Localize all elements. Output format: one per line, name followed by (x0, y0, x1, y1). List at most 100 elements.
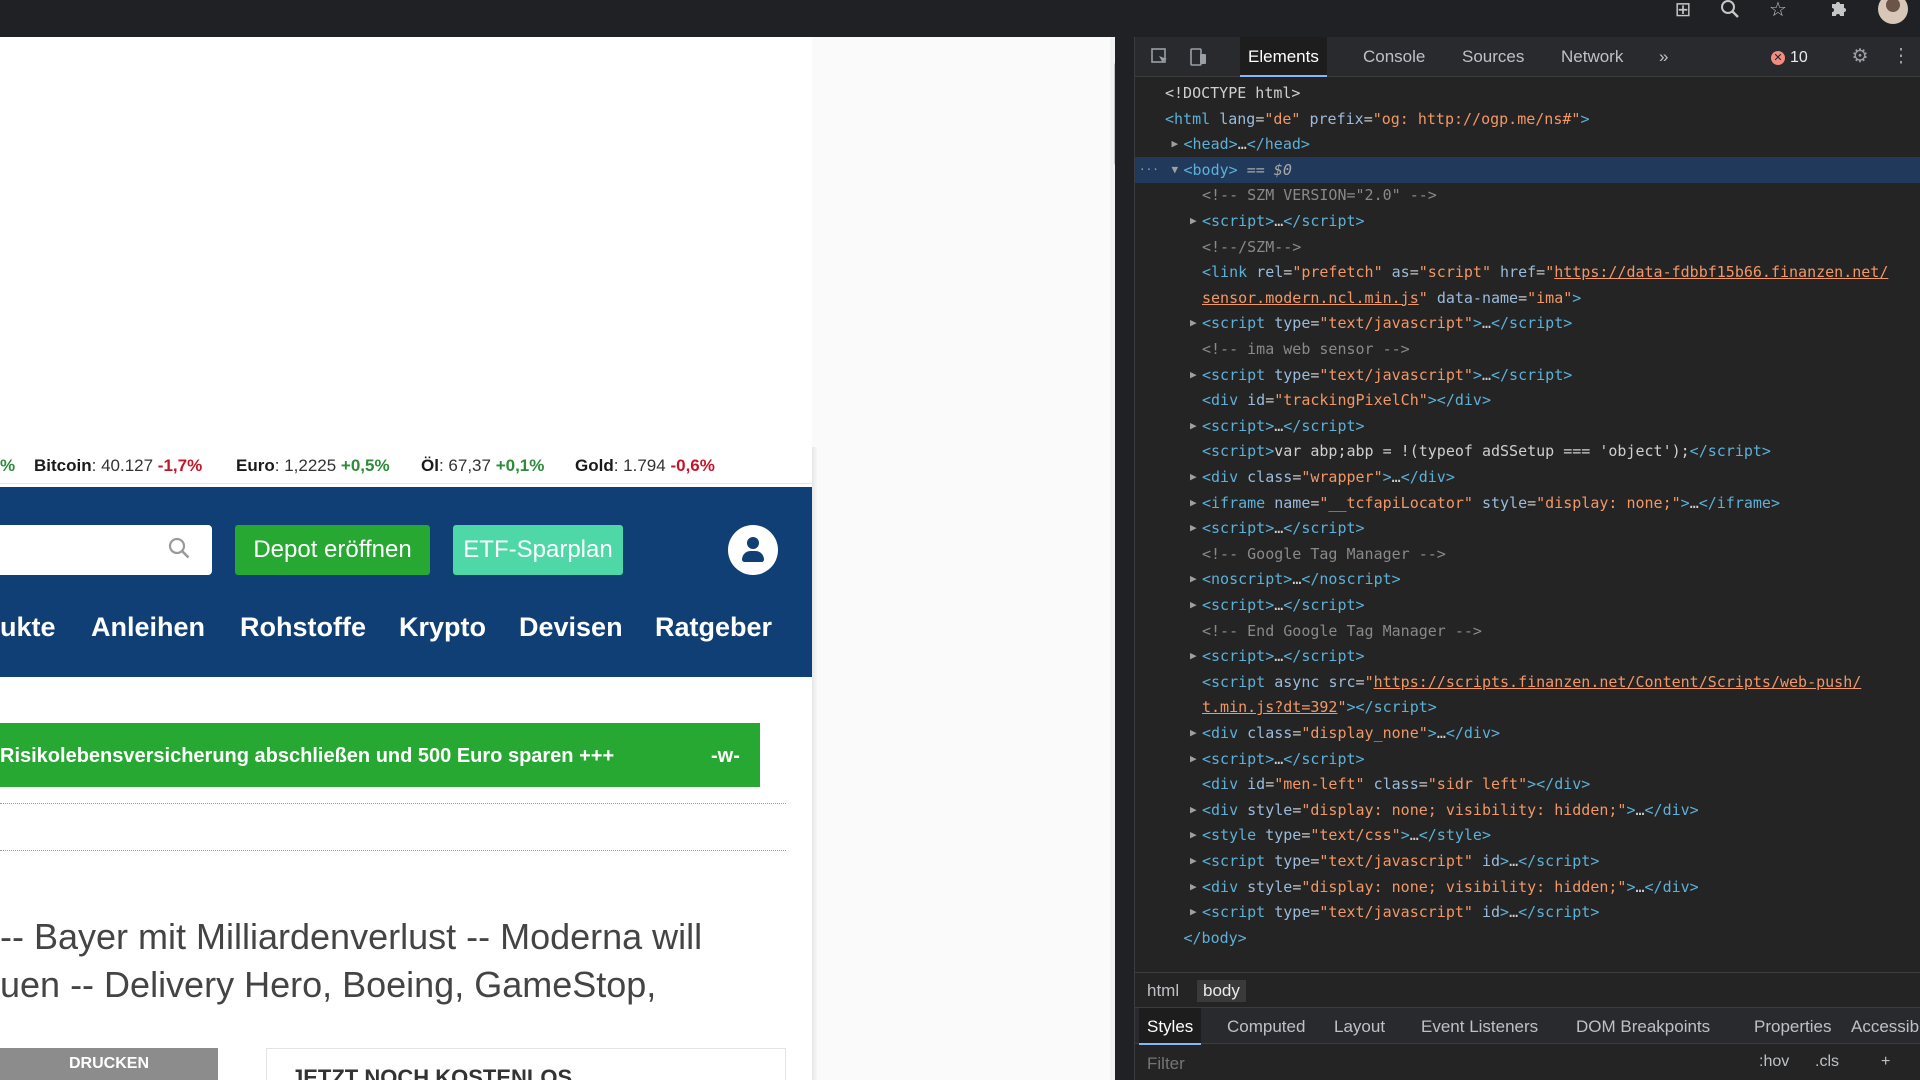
depot-button[interactable]: Depot eröffnen (235, 525, 430, 575)
expand-triangle-icon[interactable]: ▶ (1190, 515, 1200, 541)
dom-node[interactable]: <script async src="https://scripts.finan… (1135, 669, 1920, 695)
expand-triangle-icon[interactable]: ▶ (1190, 310, 1200, 336)
styles-filter-input[interactable] (1147, 1053, 1547, 1075)
tab-accessibility[interactable]: Accessibility (1843, 1008, 1920, 1045)
expand-triangle-icon[interactable]: ▶ (1190, 566, 1200, 592)
dom-node[interactable]: ▶ <script>…</script> (1135, 643, 1920, 669)
error-counter[interactable]: ✕ 10 (1771, 49, 1808, 67)
ticker-item[interactable]: % (0, 456, 15, 476)
print-button[interactable]: DRUCKEN (0, 1048, 218, 1080)
expand-triangle-icon[interactable]: ▶ (1190, 643, 1200, 669)
dom-node[interactable]: <script>var abp;abp = !(typeof adSSetup … (1135, 438, 1920, 464)
dom-node[interactable]: ▶ <script type="text/javascript" id>…</sc… (1135, 899, 1920, 925)
dom-node[interactable]: <!-- SZM VERSION="2.0" --> (1135, 182, 1920, 208)
menu-item-ratgeber[interactable]: Ratgeber (655, 612, 772, 643)
dom-node[interactable]: ▶ <script>…</script> (1135, 746, 1920, 772)
menu-item-produkte[interactable]: ukte (0, 612, 56, 643)
expand-triangle-icon[interactable]: ▶ (1190, 720, 1200, 746)
expand-triangle-icon[interactable]: ▶ (1190, 746, 1200, 772)
breadcrumb-html[interactable]: html (1141, 980, 1185, 1002)
dom-node[interactable]: <!--/SZM--> (1135, 234, 1920, 260)
expand-triangle-icon[interactable]: ▶ (1190, 490, 1200, 516)
dom-node[interactable]: ▶ <div style="display: none; visibility: … (1135, 797, 1920, 823)
expand-triangle-icon[interactable]: ▶ (1190, 848, 1200, 874)
expand-triangle-icon[interactable]: ▶ (1190, 362, 1200, 388)
tab-properties[interactable]: Properties (1746, 1008, 1839, 1045)
star-icon[interactable]: ☆ (1763, 0, 1793, 20)
menu-item-devisen[interactable]: Devisen (519, 612, 623, 643)
dom-node[interactable]: <!-- Google Tag Manager --> (1135, 541, 1920, 567)
extensions-icon[interactable] (1823, 0, 1853, 20)
dom-node[interactable]: <!-- ima web sensor --> (1135, 336, 1920, 362)
profile-avatar[interactable] (1878, 0, 1908, 24)
promo-banner[interactable]: Risikolebensversicherung abschließen und… (0, 723, 760, 787)
node-actions-icon[interactable]: ··· (1139, 157, 1159, 183)
dom-node[interactable]: <html lang="de" prefix="og: http://ogp.m… (1135, 106, 1920, 132)
more-tabs-icon[interactable]: » (1651, 37, 1676, 77)
tab-network[interactable]: Network (1553, 37, 1631, 77)
hov-toggle[interactable]: :hov (1759, 1053, 1789, 1071)
dom-node[interactable]: ▶ <div class="display_none">…</div> (1135, 720, 1920, 746)
tab-layout[interactable]: Layout (1326, 1008, 1393, 1045)
tab-elements[interactable]: Elements (1240, 37, 1327, 77)
dom-node[interactable]: ▶ <iframe name="__tcfapiLocator" style="d… (1135, 490, 1920, 516)
dom-node[interactable]: ▶ <noscript>…</noscript> (1135, 566, 1920, 592)
add-rule-icon[interactable]: + (1881, 1053, 1890, 1071)
subscribe-box[interactable]: JETZT NOCH KOSTENLOS (266, 1048, 786, 1080)
expand-triangle-icon[interactable]: ▶ (1190, 592, 1200, 618)
search-icon[interactable] (168, 537, 190, 559)
more-options-icon[interactable]: ⋮ (1890, 47, 1912, 67)
zoom-icon[interactable] (1715, 0, 1745, 20)
cls-toggle[interactable]: .cls (1815, 1053, 1839, 1071)
dom-node[interactable]: ▶ <style type="text/css">…</style> (1135, 822, 1920, 848)
site-search-input[interactable] (0, 525, 212, 575)
dom-node-selected[interactable]: ▼ ··· <body> == $0 (1135, 156, 1920, 183)
dom-tree[interactable]: <!DOCTYPE html> <html lang="de" prefix="o… (1135, 78, 1920, 984)
apps-grid-icon[interactable]: ⊞ (1668, 0, 1698, 20)
tab-styles[interactable]: Styles (1139, 1008, 1202, 1045)
dom-node[interactable]: ▶ <div style="display: none; visibility: … (1135, 874, 1920, 900)
expand-triangle-icon[interactable]: ▶ (1190, 899, 1200, 925)
device-toolbar-icon[interactable] (1187, 47, 1209, 67)
dom-node[interactable]: ▶ <script type="text/javascript" id>…</sc… (1135, 848, 1920, 874)
menu-item-anleihen[interactable]: Anleihen (91, 612, 205, 643)
tab-sources[interactable]: Sources (1454, 37, 1532, 77)
user-account-icon[interactable] (728, 525, 778, 575)
dom-node[interactable]: ▶ <script>…</script> (1135, 208, 1920, 234)
expand-triangle-icon[interactable]: ▶ (1190, 413, 1200, 439)
collapse-triangle-icon[interactable]: ▼ (1172, 157, 1182, 183)
dom-node[interactable]: <!DOCTYPE html> (1135, 80, 1920, 106)
dom-node[interactable]: <div id="trackingPixelCh"></div> (1135, 387, 1920, 413)
dom-node[interactable]: ▶ <script>…</script> (1135, 413, 1920, 439)
tab-event-listeners[interactable]: Event Listeners (1413, 1008, 1546, 1045)
ticker-item-bitcoin[interactable]: Bitcoin: 40.127 -1,7% (34, 456, 202, 476)
dom-node[interactable]: </body> (1135, 925, 1920, 951)
settings-gear-icon[interactable]: ⚙ (1849, 47, 1871, 67)
dom-node[interactable]: ▶ <div class="wrapper">…</div> (1135, 464, 1920, 490)
tab-console[interactable]: Console (1355, 37, 1433, 77)
expand-triangle-icon[interactable]: ▶ (1190, 874, 1200, 900)
page-scrollbar[interactable] (1110, 37, 1115, 1080)
tab-dom-breakpoints[interactable]: DOM Breakpoints (1568, 1008, 1718, 1045)
expand-triangle-icon[interactable]: ▶ (1190, 464, 1200, 490)
breadcrumb-body[interactable]: body (1197, 980, 1246, 1002)
inspect-element-icon[interactable] (1149, 47, 1171, 67)
dom-node[interactable]: <link rel="prefetch" as="script" href="h… (1135, 259, 1920, 285)
ticker-item-euro[interactable]: Euro: 1,2225 +0,5% (236, 456, 390, 476)
dom-node[interactable]: <!-- End Google Tag Manager --> (1135, 618, 1920, 644)
dom-node[interactable]: sensor.modern.ncl.min.js" data-name="ima… (1135, 285, 1920, 311)
news-headline[interactable]: -- Bayer mit Milliardenverlust -- Modern… (0, 913, 780, 1009)
expand-triangle-icon[interactable]: ▶ (1172, 131, 1182, 157)
expand-triangle-icon[interactable]: ▶ (1190, 208, 1200, 234)
dom-node[interactable]: ▶ <script type="text/javascript">…</scrip… (1135, 310, 1920, 336)
dom-node[interactable]: t.min.js?dt=392"></script> (1135, 694, 1920, 720)
expand-triangle-icon[interactable]: ▶ (1190, 797, 1200, 823)
dom-node[interactable]: ▶ <script>…</script> (1135, 592, 1920, 618)
dom-node[interactable]: <div id="men-left" class="sidr left"></d… (1135, 771, 1920, 797)
ticker-item-oil[interactable]: Öl: 67,37 +0,1% (421, 456, 544, 476)
menu-item-krypto[interactable]: Krypto (399, 612, 486, 643)
ticker-item-gold[interactable]: Gold: 1.794 -0,6% (575, 456, 715, 476)
dom-node[interactable]: ▶ <script type="text/javascript">…</scrip… (1135, 362, 1920, 388)
dom-node[interactable]: ▶ <head>…</head> (1135, 131, 1920, 157)
dom-node[interactable]: ▶ <script>…</script> (1135, 515, 1920, 541)
